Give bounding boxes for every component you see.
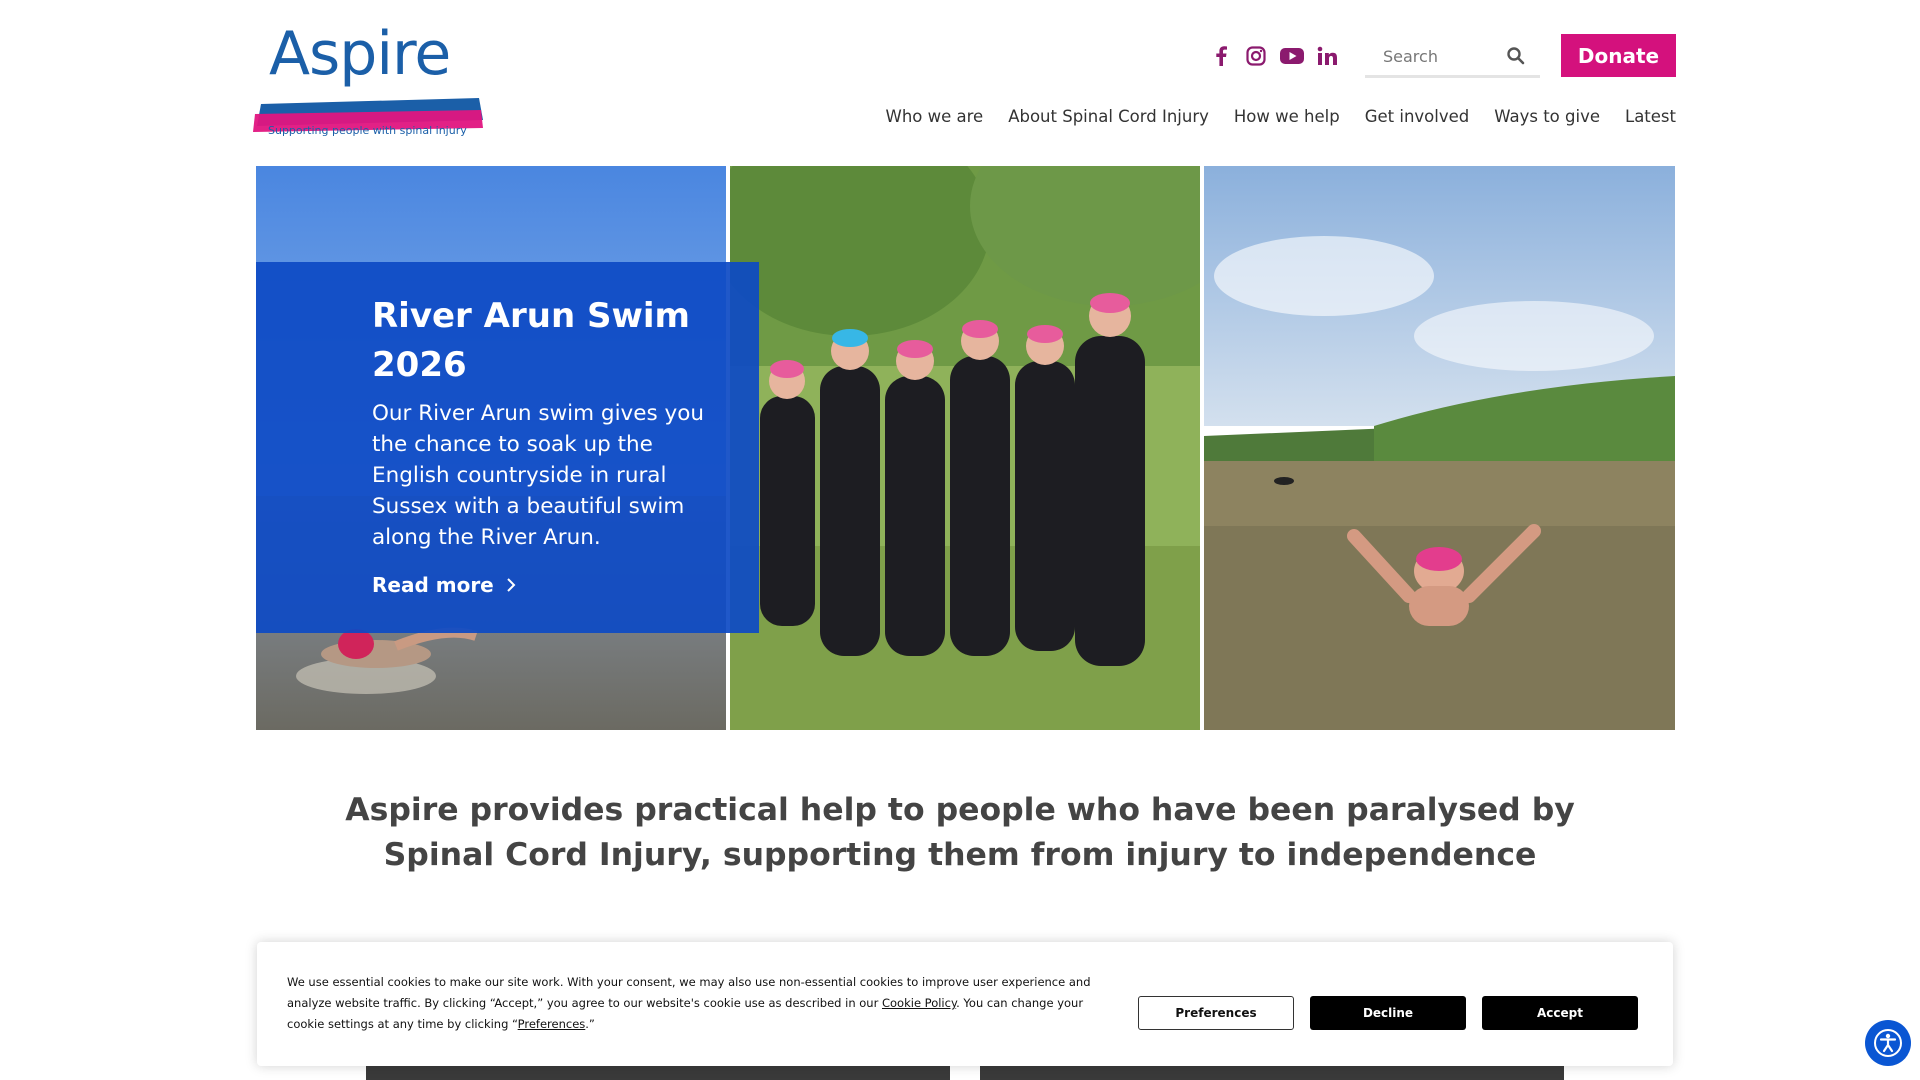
donate-button[interactable]: Donate — [1561, 34, 1676, 77]
nav-item-who-we-are[interactable]: Who we are — [886, 107, 984, 126]
cookie-text-end: .” — [585, 1017, 595, 1031]
hero-photo-swimmer-waving — [1204, 166, 1675, 730]
hero-title: River Arun Swim 2026 — [372, 296, 690, 385]
hero-card: River Arun Swim 2026 Our River Arun swim… — [256, 262, 759, 633]
youtube-icon[interactable] — [1280, 44, 1304, 68]
logo-wordmark: Aspire — [269, 19, 451, 89]
read-more-link[interactable]: Read more — [372, 573, 516, 597]
mission-statement: Aspire provides practical help to people… — [345, 792, 1575, 873]
card-image-preview — [366, 1066, 950, 1080]
hero-banner: River Arun Swim 2026 Our River Arun swim… — [256, 166, 1675, 730]
search-icon[interactable] — [1506, 46, 1526, 66]
preferences-link[interactable]: Preferences — [518, 1017, 586, 1031]
main-nav: Who we are About Spinal Cord Injury How … — [886, 107, 1677, 126]
preferences-button[interactable]: Preferences — [1138, 996, 1294, 1030]
nav-item-about-spinal-cord-injury[interactable]: About Spinal Cord Injury — [1008, 107, 1209, 126]
instagram-icon[interactable] — [1244, 44, 1268, 68]
decline-button[interactable]: Decline — [1310, 996, 1466, 1030]
hero-photo-group-wetsuits — [730, 166, 1200, 730]
site-logo[interactable]: Aspire Supporting people with spinal inj… — [253, 18, 483, 143]
card-image-preview — [980, 1066, 1564, 1080]
chevron-right-icon — [507, 578, 516, 592]
cookie-message: We use essential cookies to make our sit… — [287, 972, 1117, 1035]
read-more-label: Read more — [372, 573, 494, 597]
nav-item-get-involved[interactable]: Get involved — [1365, 107, 1470, 126]
cookie-policy-link[interactable]: Cookie Policy — [882, 996, 956, 1010]
nav-item-latest[interactable]: Latest — [1625, 107, 1676, 126]
cookie-banner: We use essential cookies to make our sit… — [257, 942, 1673, 1066]
search-input[interactable] — [1365, 47, 1495, 66]
facebook-icon[interactable] — [1209, 44, 1233, 68]
logo-tagline: Supporting people with spinal injury — [268, 124, 467, 137]
search-box — [1365, 38, 1540, 78]
linkedin-icon[interactable] — [1315, 44, 1339, 68]
accessibility-icon — [1874, 1029, 1902, 1057]
accept-button[interactable]: Accept — [1482, 996, 1638, 1030]
nav-item-ways-to-give[interactable]: Ways to give — [1494, 107, 1600, 126]
hero-description: Our River Arun swim gives you the chance… — [372, 401, 705, 550]
accessibility-button[interactable] — [1865, 1020, 1911, 1066]
nav-item-how-we-help[interactable]: How we help — [1234, 107, 1340, 126]
